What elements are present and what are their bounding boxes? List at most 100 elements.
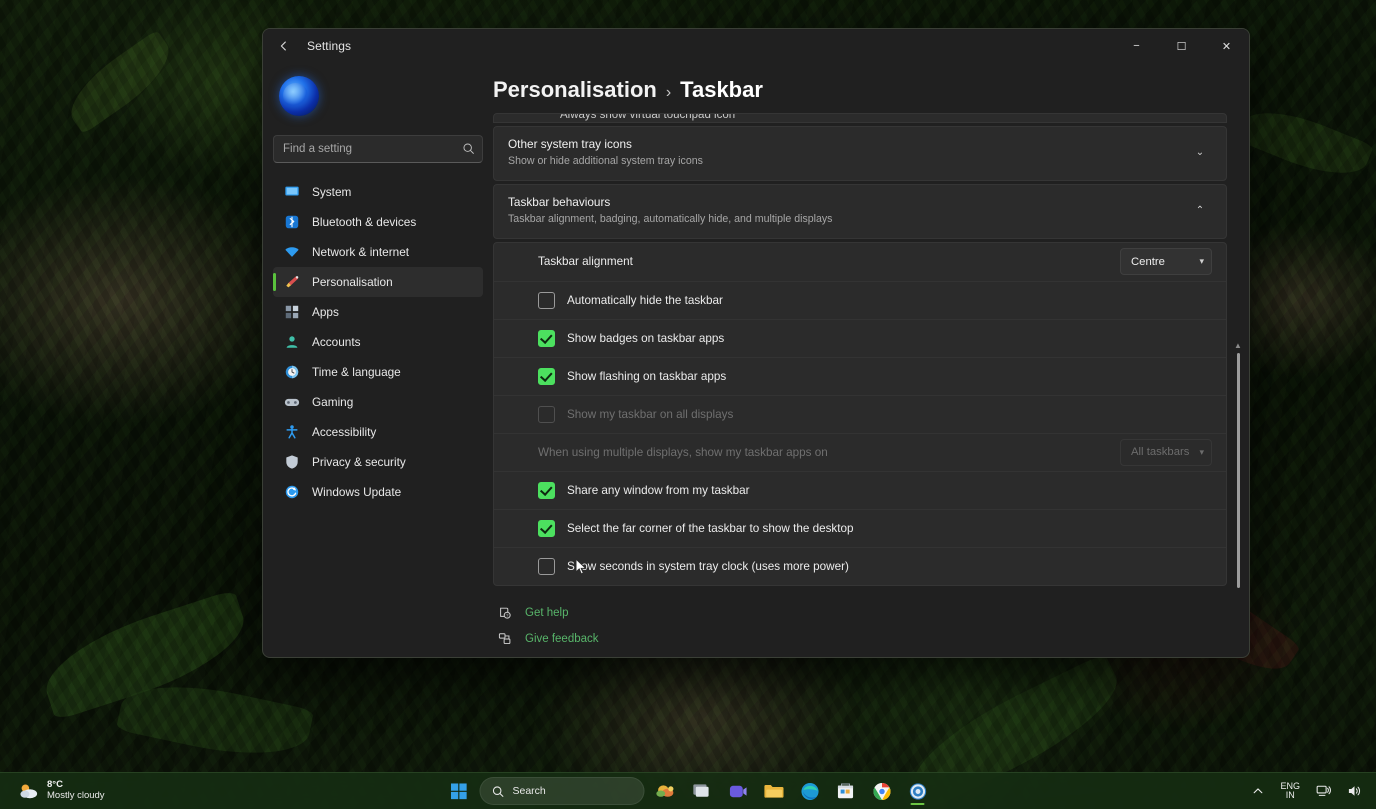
select-far-corner-checkbox[interactable]: [538, 519, 555, 537]
breadcrumb-parent[interactable]: Personalisation: [493, 77, 657, 103]
sidebar-item-network-internet[interactable]: Network & internet: [273, 237, 483, 267]
row-show-flashing: Show flashing on taskbar apps: [494, 356, 1226, 395]
row-show-taskbar-all-displays: Show my taskbar on all displays: [494, 394, 1226, 433]
sidebar-item-accounts[interactable]: Accounts: [273, 327, 483, 357]
close-button[interactable]: ✕: [1204, 29, 1249, 63]
show-flashing-checkbox[interactable]: [538, 367, 555, 385]
sidebar-item-personalisation[interactable]: Personalisation: [273, 267, 483, 297]
breadcrumb-separator-icon: ›: [665, 84, 672, 101]
settings-scroll-area[interactable]: Always show virtual touchpad icon Other …: [493, 113, 1249, 657]
show-badges-checkbox[interactable]: [538, 329, 555, 347]
card-title: Other system tray icons: [508, 137, 632, 151]
row-label: Automatically hide the taskbar: [567, 293, 723, 307]
wifi-icon: [283, 243, 301, 261]
show-seconds-clock-checkbox[interactable]: [538, 557, 555, 575]
weather-widget[interactable]: 8°C Mostly cloudy: [10, 777, 113, 805]
sidebar-item-privacy-security[interactable]: Privacy & security: [273, 447, 483, 477]
row-label: Select the far corner of the taskbar to …: [567, 521, 854, 535]
multiple-displays-dropdown: All taskbars ▾: [1120, 438, 1212, 466]
chevron-up-icon[interactable]: ⌃: [1188, 205, 1212, 216]
teams-camera-icon: [729, 785, 747, 797]
paintbrush-icon: [283, 273, 301, 291]
row-label: Show seconds in system tray clock (uses …: [567, 559, 849, 573]
sidebar-item-label: Privacy & security: [312, 455, 406, 469]
sidebar-item-time-language[interactable]: Time & language: [273, 357, 483, 387]
sidebar-item-label: Bluetooth & devices: [312, 215, 417, 229]
row-label: Show flashing on taskbar apps: [567, 369, 727, 383]
help-question-icon: ?: [497, 605, 513, 621]
sidebar-item-label: System: [312, 185, 352, 199]
search-input[interactable]: [273, 135, 483, 163]
chrome-button[interactable]: [867, 776, 897, 806]
row-show-seconds-clock: Show seconds in system tray clock (uses …: [494, 546, 1226, 585]
row-show-badges: Show badges on taskbar apps: [494, 318, 1226, 357]
footer-links: ? Get help Give feedback: [493, 589, 1227, 647]
automatically-hide-taskbar-checkbox[interactable]: [538, 291, 555, 309]
network-button[interactable]: [1310, 780, 1337, 802]
back-button[interactable]: [269, 31, 299, 61]
minimize-button[interactable]: −: [1114, 29, 1159, 63]
sidebar-item-accessibility[interactable]: Accessibility: [273, 417, 483, 447]
avatar[interactable]: [279, 76, 319, 116]
scrollbar-track[interactable]: ▲: [1233, 113, 1245, 657]
maximize-button[interactable]: ☐: [1159, 29, 1204, 63]
avatar-block: [273, 63, 483, 129]
sidebar-item-label: Windows Update: [312, 485, 402, 499]
card-other-system-tray-icons: Other system tray icons Show or hide add…: [493, 126, 1227, 181]
settings-button[interactable]: [903, 776, 933, 806]
sidebar-item-bluetooth-devices[interactable]: Bluetooth & devices: [273, 207, 483, 237]
dropdown-value: Centre: [1131, 255, 1165, 268]
get-help-link[interactable]: ? Get help: [497, 605, 1227, 621]
chevron-down-icon: ▾: [1199, 446, 1204, 457]
row-label: Show badges on taskbar apps: [567, 331, 725, 345]
sidebar: System Bluetooth & devices Network & int…: [263, 63, 493, 657]
card-header[interactable]: Taskbar behaviours Taskbar alignment, ba…: [494, 185, 1226, 238]
window-titlebar: Settings − ☐ ✕: [263, 29, 1249, 63]
settings-gear-icon: [909, 782, 926, 800]
scroll-up-caret-icon[interactable]: ▲: [1234, 341, 1242, 350]
sidebar-item-apps[interactable]: Apps: [273, 297, 483, 327]
link-label: Get help: [525, 606, 569, 619]
volume-button[interactable]: [1341, 780, 1368, 802]
store-button[interactable]: [831, 776, 861, 806]
wallpaper-foliage: [34, 589, 256, 721]
sidebar-item-windows-update[interactable]: Windows Update: [273, 477, 483, 507]
language-text: ENG IN: [1280, 781, 1300, 801]
taskbar-alignment-dropdown[interactable]: Centre ▾: [1120, 248, 1212, 276]
chevron-down-icon[interactable]: ⌄: [1188, 147, 1212, 158]
chevron-down-icon: ▾: [1199, 256, 1204, 267]
sidebar-search: [273, 135, 483, 163]
window-body: System Bluetooth & devices Network & int…: [263, 63, 1249, 657]
taskbar-search[interactable]: Search: [479, 777, 645, 805]
tray-expand-button[interactable]: [1246, 781, 1270, 801]
teams-button[interactable]: [723, 776, 753, 806]
row-label: Share any window from my taskbar: [567, 483, 750, 497]
language-indicator[interactable]: ENG IN: [1274, 778, 1306, 805]
edge-button[interactable]: [795, 776, 825, 806]
card-header[interactable]: Other system tray icons Show or hide add…: [494, 127, 1226, 180]
microsoft-store-icon: [837, 783, 854, 799]
widgets-button[interactable]: [651, 776, 681, 806]
sidebar-item-gaming[interactable]: Gaming: [273, 387, 483, 417]
row-taskbar-alignment: Taskbar alignment Centre ▾: [494, 243, 1226, 281]
widgets-icon: [655, 785, 673, 797]
scrollbar-thumb[interactable]: [1237, 353, 1240, 588]
search-icon: [492, 785, 504, 797]
speaker-icon: [1348, 786, 1361, 796]
row-label: Show my taskbar on all displays: [567, 407, 734, 421]
accessibility-person-icon: [283, 423, 301, 441]
window-controls: − ☐ ✕: [1114, 29, 1249, 63]
sidebar-item-system[interactable]: System: [273, 177, 483, 207]
start-button[interactable]: [444, 776, 474, 806]
task-view-button[interactable]: [687, 776, 717, 806]
clipped-setting-card[interactable]: Always show virtual touchpad icon: [493, 113, 1227, 123]
sidebar-nav: System Bluetooth & devices Network & int…: [273, 177, 483, 507]
row-select-far-corner: Select the far corner of the taskbar to …: [494, 508, 1226, 547]
sidebar-item-label: Time & language: [312, 365, 401, 379]
sidebar-item-label: Personalisation: [312, 275, 393, 289]
clipped-setting-label: Always show virtual touchpad icon: [560, 113, 736, 121]
give-feedback-link[interactable]: Give feedback: [497, 631, 1227, 647]
card-title: Taskbar behaviours: [508, 194, 611, 209]
share-any-window-checkbox[interactable]: [538, 481, 555, 499]
file-explorer-button[interactable]: [759, 776, 789, 806]
